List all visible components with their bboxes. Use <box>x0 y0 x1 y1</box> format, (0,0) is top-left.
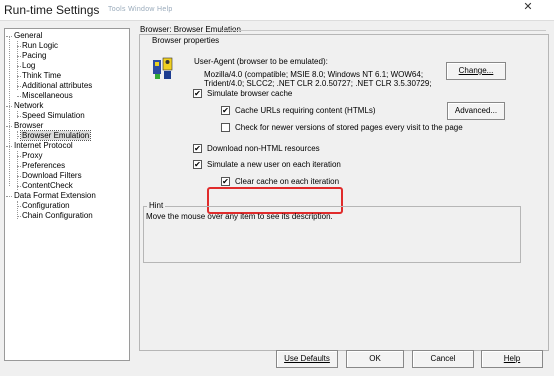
tree-item-label: Miscellaneous <box>22 91 73 100</box>
user-agent-line2: Trident/4.0; SLCC2; .NET CLR 2.0.50727; … <box>204 79 432 88</box>
tree-item-log[interactable]: Log <box>21 61 36 71</box>
tree-item-label: Browser <box>14 121 44 130</box>
simulate-new-user-label: Simulate a new user on each iteration <box>207 160 341 169</box>
tree-item-speed-simulation[interactable]: Speed Simulation <box>21 111 86 121</box>
hint-group-label: Hint <box>147 201 166 210</box>
tree-twig-line <box>17 56 21 57</box>
tree-item-label: Log <box>22 61 36 70</box>
change-button[interactable]: Change... <box>446 62 506 80</box>
tree-item-label: Data Format Extension <box>14 191 96 200</box>
tree-item-label: Proxy <box>22 151 43 160</box>
tree-twig-line <box>17 186 21 187</box>
ok-label: OK <box>369 354 381 363</box>
tree-branch-line <box>9 36 10 186</box>
tree-item-run-logic[interactable]: Run Logic <box>21 41 59 51</box>
settings-tree[interactable]: General Run Logic Pacing Log Think Time Addit… <box>4 28 130 361</box>
user-agent-label: User-Agent (browser to be emulated): <box>194 57 328 66</box>
tree-twig-line <box>17 216 21 217</box>
tree-item-network[interactable]: Network <box>13 101 44 111</box>
tree-branch-line <box>17 131 18 139</box>
tree-item-browser-emulation[interactable]: Browser Emulation <box>19 130 92 141</box>
check-newer-checkbox[interactable] <box>221 123 230 132</box>
tree-twig-line <box>17 176 21 177</box>
clear-cache-label: Clear cache on each iteration <box>235 177 340 186</box>
help-button[interactable]: Help <box>481 350 543 368</box>
tree-item-browser[interactable]: Browser <box>13 121 44 131</box>
tree-twig-line <box>17 156 21 157</box>
tree-twig-line <box>6 106 12 107</box>
tree-item-label: Run Logic <box>22 41 59 50</box>
window-title: Run-time Settings <box>4 3 100 17</box>
tree-item-label: General <box>14 31 43 40</box>
tree-item-label: Configuration <box>22 201 70 210</box>
tree-item-label: Speed Simulation <box>22 111 85 120</box>
download-non-html-checkbox[interactable]: ✔ <box>193 144 202 153</box>
tree-item-general[interactable]: General <box>13 31 43 41</box>
tree-twig-line <box>6 196 12 197</box>
tree-item-label: Browser Emulation <box>19 130 92 141</box>
tree-item-configuration[interactable]: Configuration <box>21 201 71 211</box>
tree-item-data-format-extension[interactable]: Data Format Extension <box>13 191 97 201</box>
tree-item-internet-protocol[interactable]: Internet Protocol <box>13 141 74 151</box>
tree-item-label: Think Time <box>22 71 62 80</box>
tree-item-download-filters[interactable]: Download Filters <box>21 171 83 181</box>
user-agent-line1: Mozilla/4.0 (compatible; MSIE 8.0; Windo… <box>204 70 424 79</box>
tree-twig-line <box>17 96 21 97</box>
tree-item-miscellaneous[interactable]: Miscellaneous <box>21 91 74 101</box>
tree-item-label: Preferences <box>22 161 66 170</box>
tree-item-preferences[interactable]: Preferences <box>21 161 66 171</box>
simulate-cache-checkbox[interactable]: ✔ <box>193 89 202 98</box>
tree-item-think-time[interactable]: Think Time <box>21 71 62 81</box>
use-defaults-button[interactable]: Use Defaults <box>276 350 338 368</box>
runtime-settings-dialog: General Run Logic Pacing Log Think Time Addit… <box>0 20 554 376</box>
use-defaults-label: Use Defaults <box>284 354 330 363</box>
advanced-button[interactable]: Advanced... <box>447 102 505 120</box>
tree-twig-line <box>17 116 21 117</box>
tree-twig-line <box>6 36 12 37</box>
help-label: Help <box>503 354 521 363</box>
download-non-html-label: Download non-HTML resources <box>207 144 320 153</box>
title-bar: Run-time Settings Tools Window Help ✕ <box>0 0 554 20</box>
tree-twig-line <box>17 76 21 77</box>
tree-item-chain-configuration[interactable]: Chain Configuration <box>21 211 94 221</box>
cancel-button[interactable]: Cancel <box>412 350 474 368</box>
simulate-new-user-checkbox[interactable]: ✔ <box>193 160 202 169</box>
tree-twig-line <box>17 166 21 167</box>
tree-item-label: Pacing <box>22 51 47 60</box>
tree-item-label: Additional attributes <box>22 81 93 90</box>
tree-item-label: Chain Configuration <box>22 211 93 220</box>
tree-twig-line <box>17 136 21 137</box>
change-button-label: Change... <box>458 66 494 75</box>
close-button[interactable]: ✕ <box>508 0 548 14</box>
simulate-cache-label: Simulate browser cache <box>207 89 293 98</box>
ok-button[interactable]: OK <box>346 350 404 368</box>
tree-item-label: Internet Protocol <box>14 141 73 150</box>
tree-item-label: Network <box>14 101 44 110</box>
tree-twig-line <box>17 66 21 67</box>
tree-twig-line <box>17 206 21 207</box>
hint-text: Move the mouse over any item to see its … <box>146 212 333 221</box>
tree-item-label: ContentCheck <box>22 181 73 190</box>
tree-item-label: Download Filters <box>22 171 82 180</box>
tree-item-contentcheck[interactable]: ContentCheck <box>21 181 74 191</box>
panel-title-rule <box>222 30 546 31</box>
check-newer-label: Check for newer versions of stored pages… <box>235 123 463 132</box>
background-menu-text: Tools Window Help <box>108 6 173 13</box>
cancel-label: Cancel <box>430 354 456 363</box>
tree-item-additional-attributes[interactable]: Additional attributes <box>21 81 93 91</box>
tree-item-proxy[interactable]: Proxy <box>21 151 43 161</box>
clear-cache-checkbox[interactable]: ✔ <box>221 177 230 186</box>
tree-item-pacing[interactable]: Pacing <box>21 51 47 61</box>
cache-urls-checkbox[interactable]: ✔ <box>221 106 230 115</box>
tree-twig-line <box>6 126 12 127</box>
cache-urls-label: Cache URLs requiring content (HTMLs) <box>235 106 376 115</box>
advanced-button-label: Advanced... <box>454 106 498 115</box>
tree-twig-line <box>6 146 12 147</box>
browser-properties-label: Browser properties <box>150 36 222 45</box>
tree-twig-line <box>17 46 21 47</box>
user-agent-icon <box>153 57 173 79</box>
tree-twig-line <box>17 86 21 87</box>
